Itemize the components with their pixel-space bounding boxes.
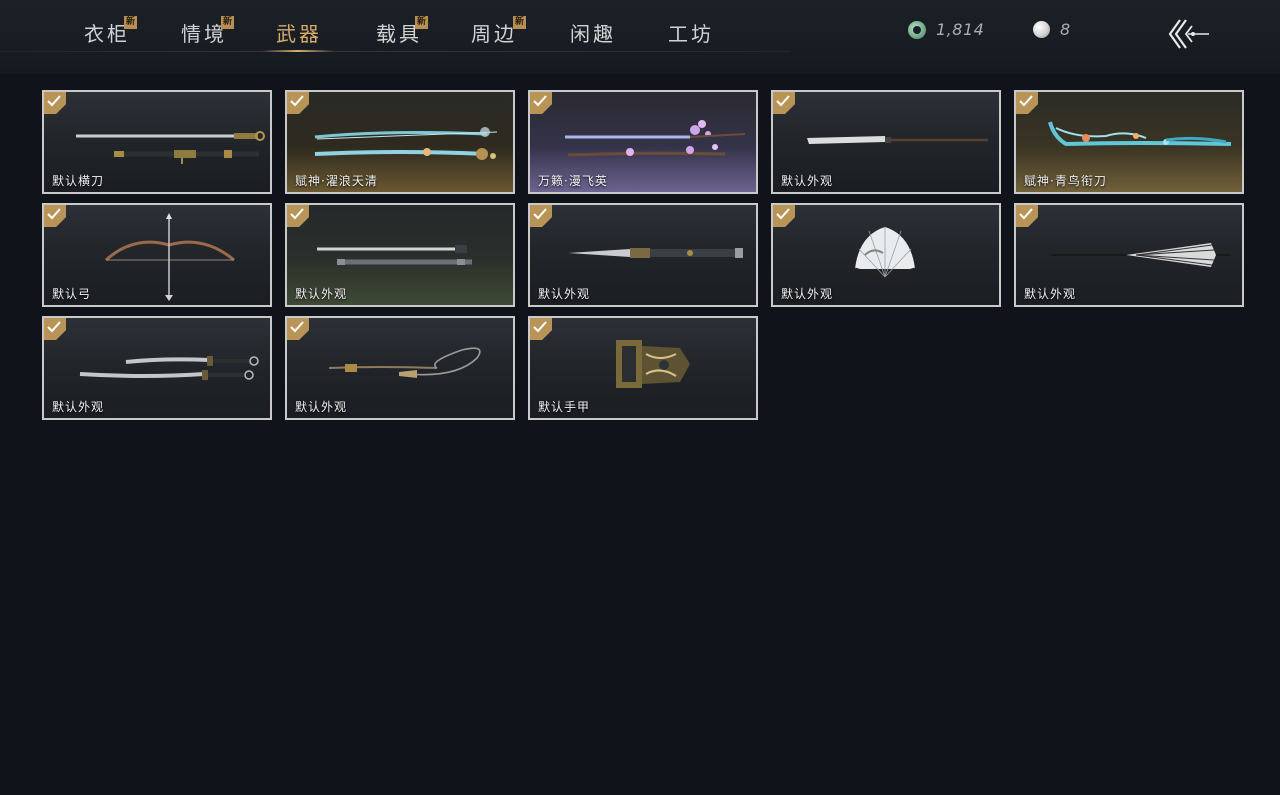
weapon-card[interactable]: 默认外观 bbox=[771, 90, 1001, 194]
back-arrow-icon bbox=[1168, 19, 1209, 49]
active-tab-indicator bbox=[262, 50, 334, 52]
tab-label: 闲趣 bbox=[570, 22, 616, 46]
weapon-card[interactable]: 默认外观 bbox=[528, 203, 758, 307]
weapon-card[interactable]: 默认外观 bbox=[771, 203, 1001, 307]
tab-label: 武器 bbox=[276, 22, 322, 46]
checkmark-icon bbox=[290, 95, 304, 107]
tab-accessories[interactable]: 周边 新 bbox=[471, 16, 526, 50]
tab-label: 周边 bbox=[471, 22, 517, 46]
weapon-card[interactable]: 默认弓 bbox=[42, 203, 272, 307]
weapon-name: 万籁·漫飞英 bbox=[538, 174, 608, 188]
top-navigation-bar: 衣柜 新 情境 新 武器 载具 新 周边 新 闲趣 工坊 1,814 8 bbox=[0, 0, 1280, 74]
checkmark-icon bbox=[47, 321, 61, 333]
weapon-name: 默认外观 bbox=[295, 400, 348, 414]
pearl-currency: 8 bbox=[1033, 20, 1071, 39]
weapon-name: 赋神·濯浪天清 bbox=[295, 174, 378, 188]
tab-divider bbox=[0, 51, 790, 52]
checkmark-icon bbox=[776, 95, 790, 107]
weapon-card[interactable]: 万籁·漫飞英 bbox=[528, 90, 758, 194]
weapon-card[interactable]: 默认横刀 bbox=[42, 90, 272, 194]
weapon-name: 赋神·青鸟衔刀 bbox=[1024, 174, 1107, 188]
weapon-card[interactable]: 默认外观 bbox=[42, 316, 272, 420]
tab-leisure[interactable]: 闲趣 bbox=[570, 18, 616, 50]
new-badge: 新 bbox=[513, 16, 526, 29]
tab-scenes[interactable]: 情境 新 bbox=[181, 16, 234, 50]
weapon-name: 默认手甲 bbox=[538, 400, 591, 414]
tab-weapons[interactable]: 武器 bbox=[262, 18, 334, 52]
new-badge: 新 bbox=[415, 16, 428, 29]
checkmark-icon bbox=[290, 321, 304, 333]
tab-vehicles[interactable]: 载具 新 bbox=[376, 16, 428, 50]
weapon-name: 默认外观 bbox=[1024, 287, 1077, 301]
tab-wardrobe[interactable]: 衣柜 新 bbox=[84, 16, 137, 50]
weapon-name: 默认外观 bbox=[781, 287, 834, 301]
checkmark-icon bbox=[533, 95, 547, 107]
weapon-card[interactable]: 默认外观 bbox=[1014, 203, 1244, 307]
checkmark-icon bbox=[1019, 95, 1033, 107]
checkmark-icon bbox=[290, 208, 304, 220]
new-badge: 新 bbox=[221, 16, 234, 29]
checkmark-icon bbox=[533, 208, 547, 220]
pearl-icon bbox=[1033, 21, 1050, 38]
pearl-amount: 8 bbox=[1060, 20, 1071, 39]
weapon-name: 默认外观 bbox=[295, 287, 348, 301]
tab-label: 工坊 bbox=[668, 22, 714, 46]
weapon-card[interactable]: 赋神·濯浪天清 bbox=[285, 90, 515, 194]
weapon-card[interactable]: 赋神·青鸟衔刀 bbox=[1014, 90, 1244, 194]
checkmark-icon bbox=[776, 208, 790, 220]
tab-workshop[interactable]: 工坊 bbox=[668, 18, 714, 50]
back-button[interactable] bbox=[1166, 16, 1212, 52]
checkmark-icon bbox=[533, 321, 547, 333]
jade-currency: 1,814 bbox=[908, 20, 984, 39]
weapon-card[interactable]: 默认外观 bbox=[285, 203, 515, 307]
weapon-card[interactable]: 默认外观 bbox=[285, 316, 515, 420]
weapon-name: 默认外观 bbox=[52, 400, 105, 414]
jade-coin-icon bbox=[908, 20, 926, 39]
weapon-card[interactable]: 默认手甲 bbox=[528, 316, 758, 420]
new-badge: 新 bbox=[124, 16, 137, 29]
checkmark-icon bbox=[1019, 208, 1033, 220]
weapon-name: 默认横刀 bbox=[52, 174, 105, 188]
checkmark-icon bbox=[47, 95, 61, 107]
checkmark-icon bbox=[47, 208, 61, 220]
jade-amount: 1,814 bbox=[936, 20, 985, 39]
weapon-name: 默认外观 bbox=[781, 174, 834, 188]
weapon-name: 默认外观 bbox=[538, 287, 591, 301]
weapon-name: 默认弓 bbox=[52, 287, 92, 301]
